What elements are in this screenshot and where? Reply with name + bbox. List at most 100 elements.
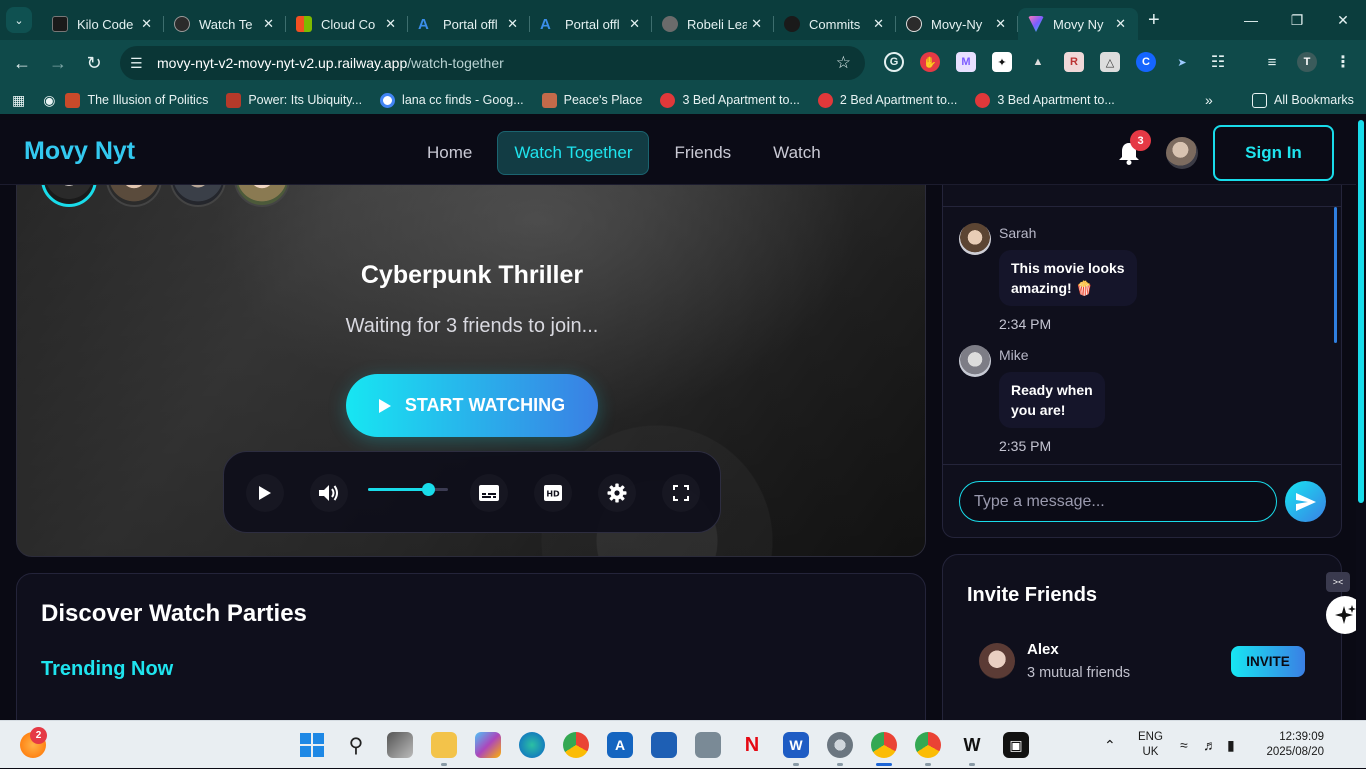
tab-movy-nyt-1[interactable]: Movy-Ny ✕: [896, 8, 1018, 40]
close-tab-icon[interactable]: ✕: [263, 16, 274, 32]
globe-icon[interactable]: ◉: [43, 92, 55, 109]
chat-panel: Sarah This movie looks amazing! 🍿 2:34 P…: [942, 160, 1342, 538]
apps-grid-icon[interactable]: ▦: [12, 92, 25, 109]
user-avatar[interactable]: [1166, 137, 1198, 169]
close-tab-icon[interactable]: ✕: [751, 16, 762, 32]
language-indicator[interactable]: ENG UK: [1138, 721, 1163, 769]
tab-kilo-code[interactable]: Kilo Code ✕: [42, 8, 164, 40]
volume-button[interactable]: [310, 474, 348, 512]
word-icon[interactable]: W: [783, 732, 809, 758]
bookmark-item[interactable]: lana cc finds - Goog...: [380, 92, 524, 108]
new-tab-button[interactable]: +: [1148, 9, 1160, 32]
tab-commits[interactable]: Commits ✕: [774, 8, 896, 40]
capcut-icon[interactable]: ▣: [1003, 732, 1029, 758]
copilot-icon[interactable]: [475, 732, 501, 758]
sign-in-button[interactable]: Sign In: [1213, 125, 1334, 181]
close-tab-icon[interactable]: ✕: [1115, 16, 1126, 32]
bookmark-item[interactable]: The Illusion of Politics: [65, 92, 208, 108]
azure-data-studio-icon[interactable]: A: [607, 732, 633, 758]
nav-home[interactable]: Home: [410, 131, 489, 175]
invite-button[interactable]: INVITE: [1231, 646, 1305, 677]
close-window-icon[interactable]: ✕: [1320, 12, 1366, 29]
speaker-icon[interactable]: ♬: [1203, 721, 1217, 769]
nav-watch[interactable]: Watch: [756, 131, 838, 175]
send-button[interactable]: [1285, 481, 1326, 522]
close-tab-icon[interactable]: ✕: [995, 16, 1006, 32]
volume-slider[interactable]: [368, 483, 448, 496]
play-button[interactable]: [246, 474, 284, 512]
extension-icon[interactable]: △: [1100, 52, 1120, 72]
forward-icon[interactable]: →: [40, 53, 76, 74]
page-scrollbar-thumb[interactable]: [1358, 120, 1364, 503]
netflix-icon[interactable]: N: [739, 732, 765, 758]
all-bookmarks[interactable]: All Bookmarks: [1252, 92, 1354, 108]
site-info-icon[interactable]: ☰: [130, 55, 150, 72]
adblock-icon[interactable]: ✋: [920, 52, 940, 72]
wifi-icon[interactable]: ≈: [1180, 721, 1188, 769]
edge-icon[interactable]: [519, 732, 545, 758]
chrome-profile-icon[interactable]: [871, 732, 897, 758]
tab-watch-together[interactable]: Watch Te ✕: [164, 8, 286, 40]
close-tab-icon[interactable]: ✕: [629, 16, 640, 32]
task-view-icon[interactable]: [387, 732, 413, 758]
extension-icon[interactable]: ▲: [1028, 52, 1048, 72]
search-icon[interactable]: ⚲: [343, 732, 369, 758]
tab-portal-1[interactable]: A Portal offl ✕: [408, 8, 530, 40]
extension-icon[interactable]: C: [1136, 52, 1156, 72]
extension-icon[interactable]: R: [1064, 52, 1084, 72]
tray-overflow-icon[interactable]: ⌃: [1104, 721, 1116, 769]
close-tab-icon[interactable]: ✕: [873, 16, 884, 32]
restore-icon[interactable]: ❐: [1274, 12, 1320, 29]
hd-quality-button[interactable]: HD: [534, 474, 572, 512]
bookmark-item[interactable]: 3 Bed Apartment to...: [660, 92, 800, 108]
chrome-icon[interactable]: [563, 732, 589, 758]
extension-icon[interactable]: M: [956, 52, 976, 72]
game-extension-icon[interactable]: ✦: [992, 52, 1012, 72]
address-bar[interactable]: ☰ movy-nyt-v2-movy-nyt-v2.up.railway.app…: [120, 46, 865, 80]
calculator-icon[interactable]: [695, 732, 721, 758]
volume-slider-thumb[interactable]: [422, 483, 435, 496]
more-menu-icon[interactable]: ⋮: [1333, 52, 1353, 72]
profile-avatar[interactable]: T: [1297, 52, 1317, 72]
grammarly-icon[interactable]: G: [884, 52, 904, 72]
bookmark-star-icon[interactable]: ☆: [836, 53, 851, 73]
chat-scrollbar[interactable]: [1334, 207, 1337, 343]
chrome-profile-icon[interactable]: [915, 732, 941, 758]
tab-cloud-console[interactable]: Cloud Co ✕: [286, 8, 408, 40]
extensions-puzzle-icon[interactable]: ☷: [1208, 52, 1228, 72]
nav-watch-together[interactable]: Watch Together: [497, 131, 650, 175]
tab-robeli[interactable]: Robeli Lea ✕: [652, 8, 774, 40]
chat-message-input[interactable]: Type a message...: [959, 481, 1277, 522]
close-tab-icon[interactable]: ✕: [141, 16, 152, 32]
windows-start-icon[interactable]: [299, 732, 325, 758]
bookmark-item[interactable]: Peace's Place: [541, 92, 642, 108]
close-tab-icon[interactable]: ✕: [507, 16, 518, 32]
settings-gear-icon[interactable]: [827, 732, 853, 758]
bookmark-item[interactable]: Power: Its Ubiquity...: [226, 92, 362, 108]
page-scrollbar[interactable]: [1356, 120, 1366, 720]
close-tab-icon[interactable]: ✕: [385, 16, 396, 32]
site-logo[interactable]: Movy Nyt: [24, 137, 135, 166]
settings-button[interactable]: [598, 474, 636, 512]
subtitles-button[interactable]: [470, 474, 508, 512]
clock[interactable]: 12:39:09 2025/08/20: [1260, 721, 1324, 769]
notion-icon[interactable]: W: [959, 732, 985, 758]
fullscreen-button[interactable]: [662, 474, 700, 512]
start-watching-button[interactable]: START WATCHING: [346, 374, 598, 437]
battery-icon[interactable]: ▮: [1227, 721, 1235, 769]
bookmarks-overflow-icon[interactable]: »: [1205, 92, 1213, 108]
tab-search-button[interactable]: ⌄: [6, 7, 32, 33]
bookmark-item[interactable]: 2 Bed Apartment to...: [817, 92, 957, 108]
devtools-widget-icon[interactable]: ><: [1326, 572, 1350, 592]
minimize-icon[interactable]: —: [1228, 12, 1274, 28]
file-explorer-icon[interactable]: [431, 732, 457, 758]
bookmark-item[interactable]: 3 Bed Apartment to...: [975, 92, 1115, 108]
reload-icon[interactable]: ↻: [76, 53, 112, 74]
rocket-icon[interactable]: ➤: [1172, 52, 1192, 72]
nav-friends[interactable]: Friends: [657, 131, 748, 175]
store-icon[interactable]: [651, 732, 677, 758]
tab-portal-2[interactable]: A Portal offl ✕: [530, 8, 652, 40]
back-icon[interactable]: ←: [4, 53, 40, 74]
reading-list-icon[interactable]: ≡: [1262, 52, 1282, 72]
tab-movy-nyt-active[interactable]: Movy Ny ✕: [1018, 8, 1138, 40]
